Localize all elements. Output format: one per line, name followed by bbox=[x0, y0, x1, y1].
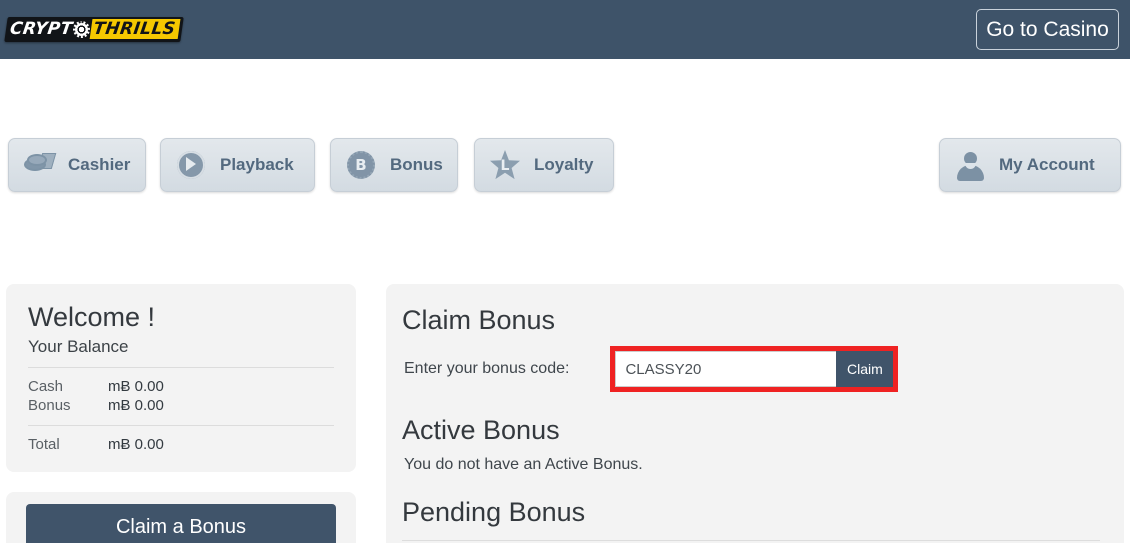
sidebar: Welcome ! Your Balance Cash mɃ 0.00 Bonu… bbox=[6, 284, 356, 543]
balance-row-cash: Cash mɃ 0.00 bbox=[28, 377, 334, 396]
pending-bonus-heading: Pending Bonus bbox=[402, 497, 586, 527]
claim-bonus-heading: Claim Bonus bbox=[402, 305, 556, 335]
site-logo[interactable]: CRYPT THRILLS bbox=[4, 17, 185, 42]
claim-a-bonus-button[interactable]: Claim a Bonus bbox=[26, 504, 336, 543]
chip-icon bbox=[73, 20, 91, 38]
balance-value-total: mɃ 0.00 bbox=[108, 436, 164, 453]
nav-label-bonus: Bonus bbox=[390, 155, 443, 174]
claim-button[interactable]: Claim bbox=[836, 351, 894, 387]
balance-table: Cash mɃ 0.00 Bonus mɃ 0.00 bbox=[28, 377, 334, 415]
coins-icon bbox=[23, 149, 57, 181]
balance-row-bonus: Bonus mɃ 0.00 bbox=[28, 396, 334, 415]
active-bonus-empty-text: You do not have an Active Bonus. bbox=[404, 456, 643, 473]
balance-label-bonus: Bonus bbox=[28, 397, 71, 414]
bitcoin-badge-glyph: B bbox=[355, 156, 367, 174]
balance-label-total: Total bbox=[28, 436, 60, 453]
main-content-panel: Claim Bonus Enter your bonus code: Claim… bbox=[386, 284, 1124, 543]
balance-row-total: Total mɃ 0.00 bbox=[28, 435, 334, 454]
nav-label-cashier: Cashier bbox=[68, 155, 131, 174]
user-icon bbox=[954, 149, 986, 181]
balance-label-cash: Cash bbox=[28, 378, 64, 395]
bonus-code-input-group: Claim bbox=[610, 346, 899, 392]
balance-value-cash: mɃ 0.00 bbox=[108, 378, 164, 395]
nav-button-bonus[interactable]: B Bonus bbox=[330, 138, 458, 192]
nav-label-loyalty: Loyalty bbox=[534, 155, 594, 174]
balance-value-bonus: mɃ 0.00 bbox=[108, 397, 164, 414]
go-to-casino-button[interactable]: Go to Casino bbox=[976, 9, 1119, 50]
nav-button-cashier[interactable]: Cashier bbox=[8, 138, 146, 192]
star-glyph: L bbox=[500, 158, 510, 174]
bonus-code-input[interactable] bbox=[615, 351, 837, 387]
welcome-title: Welcome ! bbox=[28, 302, 156, 332]
welcome-panel: Welcome ! Your Balance Cash mɃ 0.00 Bonu… bbox=[6, 284, 356, 472]
divider-bottom bbox=[28, 425, 334, 426]
divider-top bbox=[28, 367, 334, 368]
bitcoin-badge-icon: B bbox=[345, 149, 377, 181]
top-header-bar: CRYPT THRILLS Go to Casino bbox=[0, 0, 1130, 59]
star-icon: L bbox=[489, 149, 521, 181]
balance-subtitle: Your Balance bbox=[28, 337, 129, 356]
nav-button-my-account[interactable]: My Account bbox=[939, 138, 1121, 192]
bonus-code-row: Enter your bonus code: Claim bbox=[402, 346, 1100, 392]
claim-bonus-panel: Claim a Bonus bbox=[6, 492, 356, 543]
playback-icon bbox=[175, 149, 207, 181]
nav-label-playback: Playback bbox=[220, 155, 294, 174]
logo-text-thrills: THRILLS bbox=[90, 19, 181, 39]
logo-text-crypt: CRYPT bbox=[8, 19, 74, 39]
nav-button-loyalty[interactable]: L Loyalty bbox=[474, 138, 614, 192]
active-bonus-heading: Active Bonus bbox=[402, 415, 560, 445]
nav-button-playback[interactable]: Playback bbox=[160, 138, 315, 192]
bonus-code-label: Enter your bonus code: bbox=[404, 360, 570, 377]
total-table: Total mɃ 0.00 bbox=[28, 435, 334, 454]
main-navigation: Cashier Playback B Bonus L Loyalty My Ac… bbox=[0, 59, 1130, 192]
nav-label-my-account: My Account bbox=[999, 155, 1095, 174]
